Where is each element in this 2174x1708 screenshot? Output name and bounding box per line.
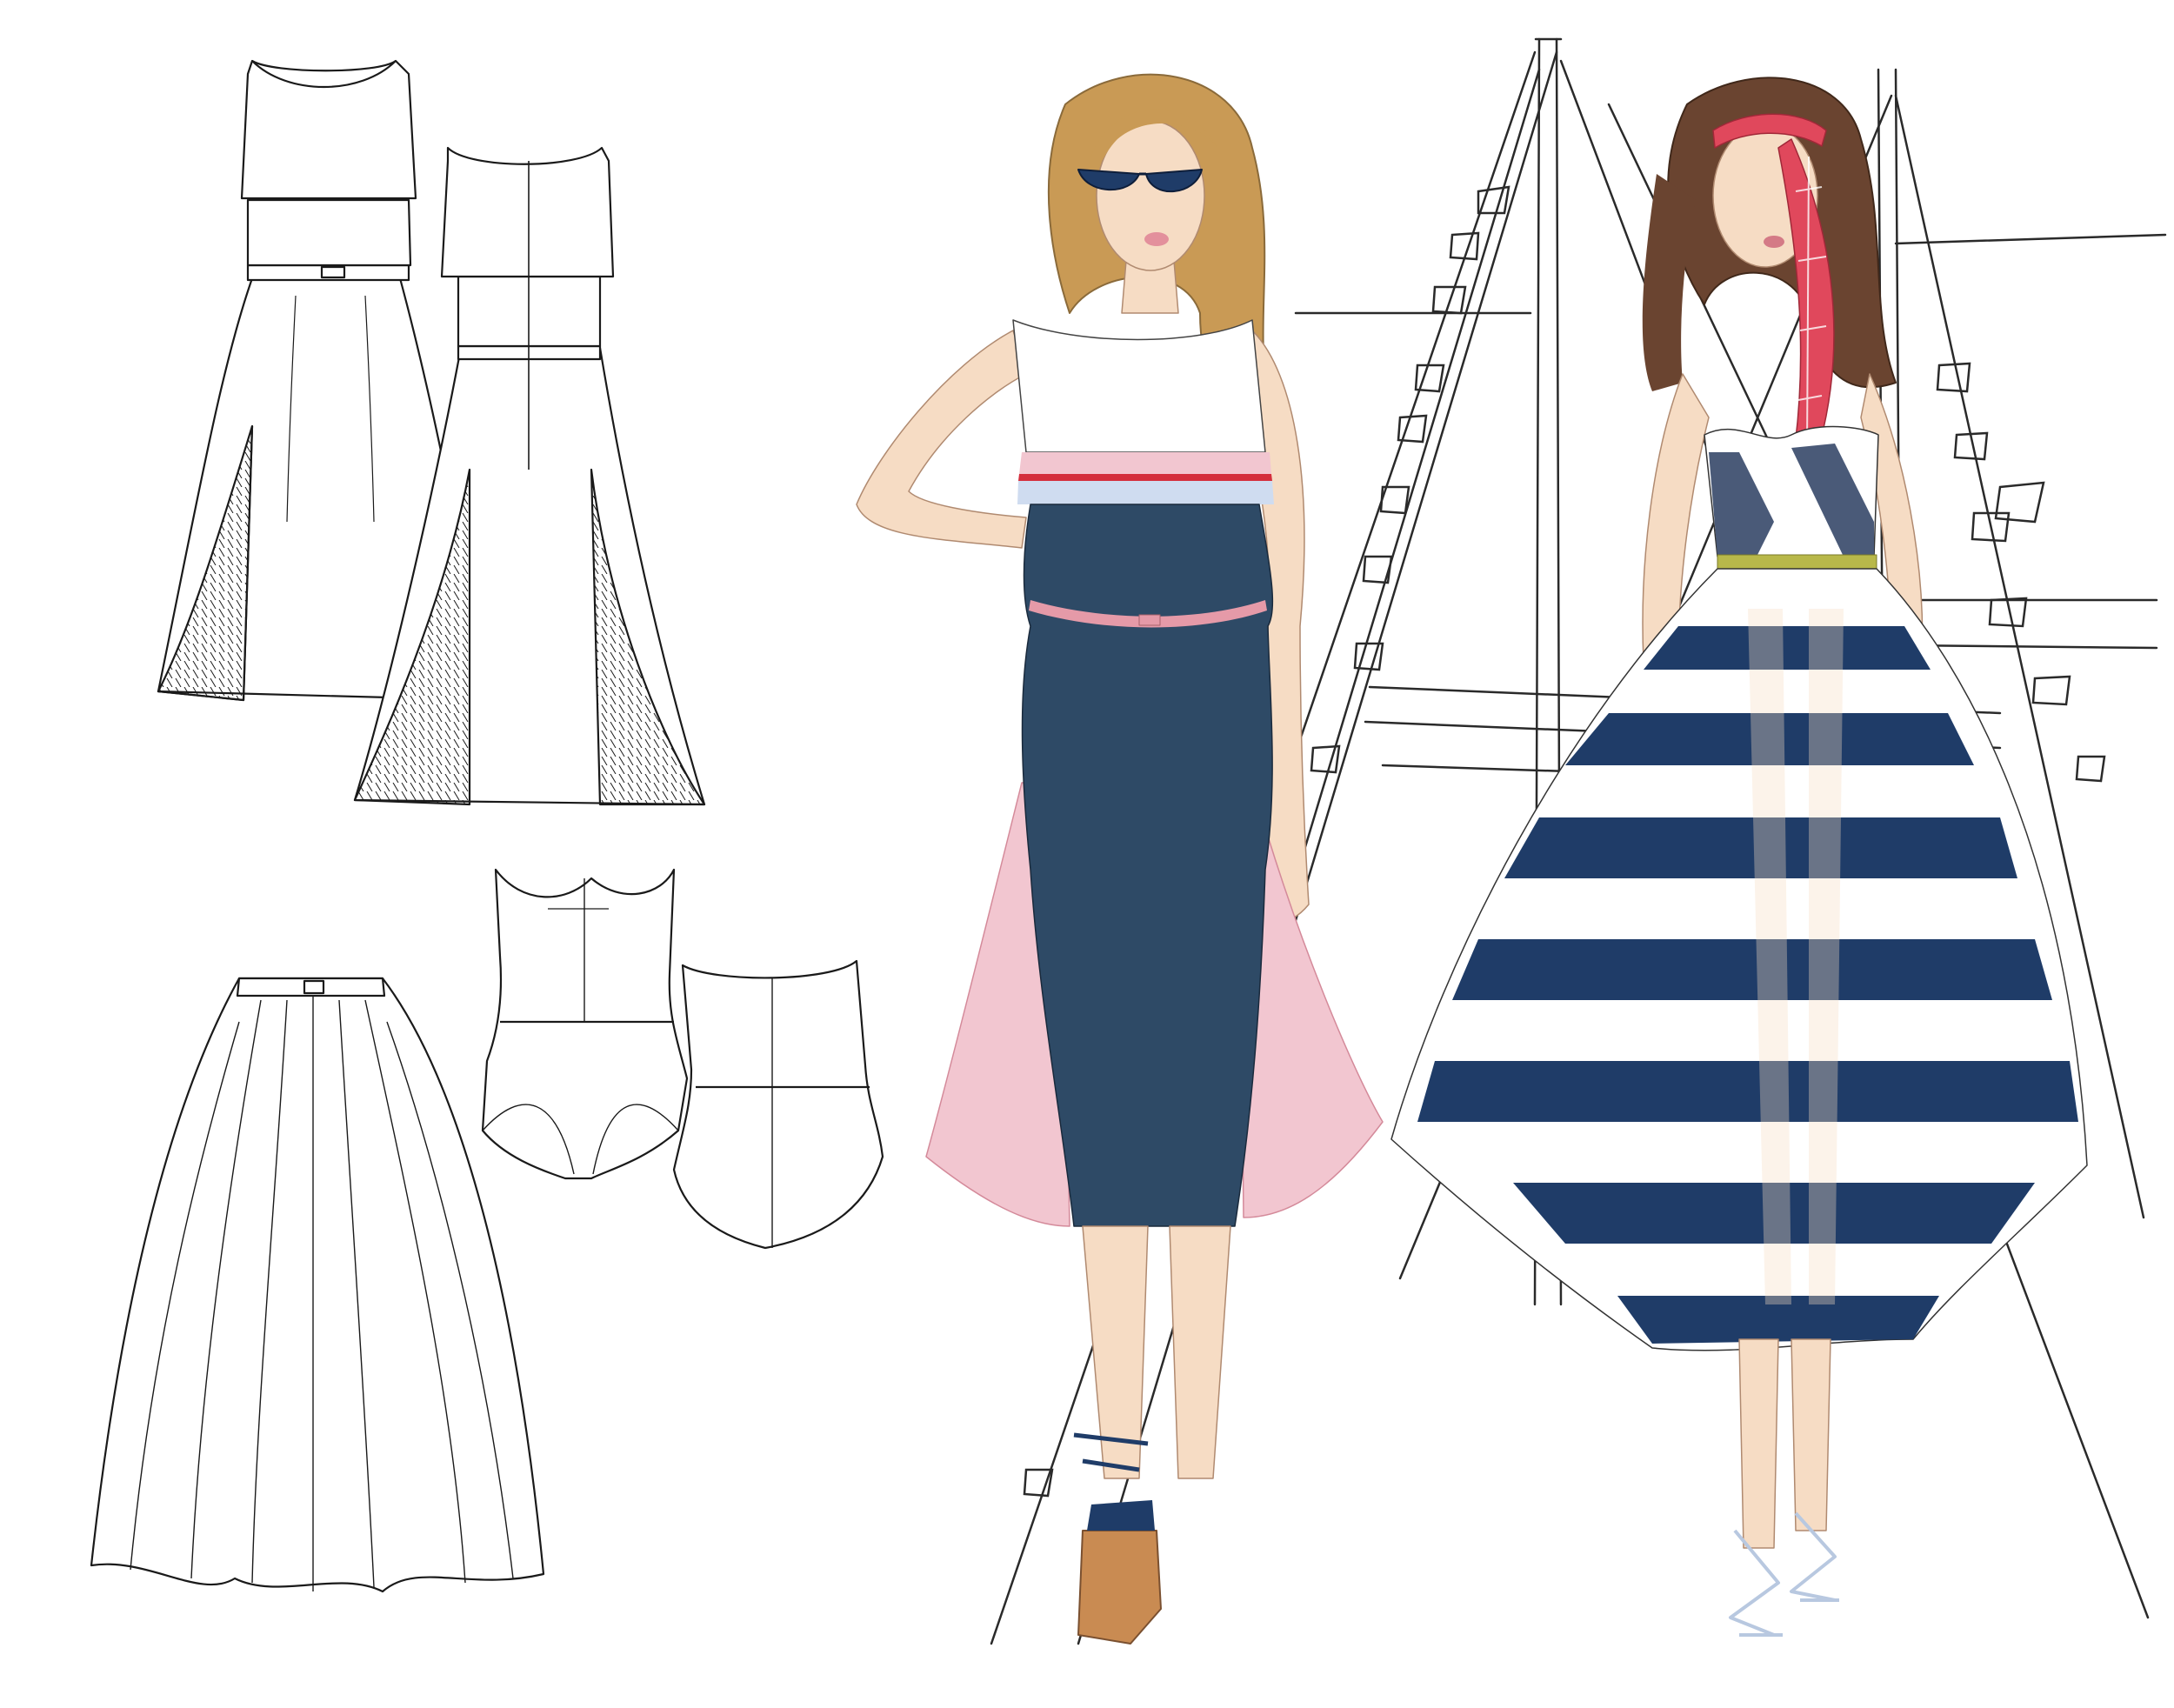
illustration-svg [90,37,2167,1645]
figure-navy-popover-dress [856,73,1384,1645]
figure-striped-bodysuit-skirt [1390,77,2088,1637]
full-midi-skirt-flat [90,977,545,1593]
bodysuit-front-flat [481,868,689,1180]
fashion-illustration-canvas [0,0,2174,1708]
bodysuit-back-flat [672,959,884,1250]
